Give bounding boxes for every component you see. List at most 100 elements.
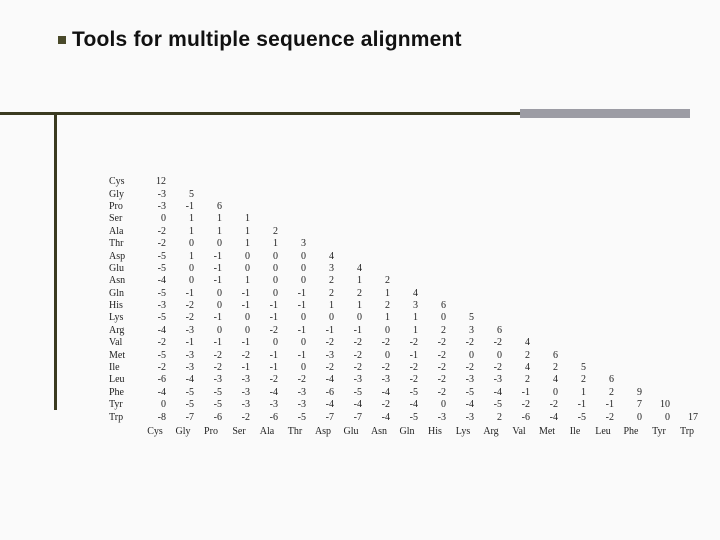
matrix-cell: [449, 288, 477, 300]
matrix-cell: [421, 201, 449, 213]
matrix-cell: [589, 263, 617, 275]
matrix-cell: [561, 275, 589, 287]
matrix-cell: [393, 188, 421, 200]
matrix-cell: -2: [477, 337, 505, 349]
matrix-cell: 17: [673, 411, 701, 423]
col-label: Arg: [477, 424, 505, 438]
row-label: Tyr: [106, 399, 141, 411]
matrix-cell: -2: [281, 374, 309, 386]
matrix-cell: -2: [505, 399, 533, 411]
matrix-cell: -2: [197, 362, 225, 374]
matrix-cell: [365, 213, 393, 225]
matrix-cell: [477, 288, 505, 300]
matrix-cell: [589, 349, 617, 361]
matrix-cell: [561, 201, 589, 213]
matrix-cell: [533, 288, 561, 300]
row-label: Glu: [106, 263, 141, 275]
matrix-cell: 1: [337, 275, 365, 287]
matrix-cell: -4: [533, 411, 561, 423]
matrix-cell: 6: [477, 325, 505, 337]
matrix-cell: 5: [561, 362, 589, 374]
matrix-cell: [253, 188, 281, 200]
matrix-cell: [561, 213, 589, 225]
matrix-cell: [645, 176, 673, 188]
matrix-cell: -5: [197, 387, 225, 399]
matrix-cell: [533, 188, 561, 200]
matrix-cell: 1: [365, 312, 393, 324]
matrix-cell: [337, 176, 365, 188]
matrix-cell: 2: [477, 411, 505, 423]
matrix-cell: [477, 188, 505, 200]
matrix-cell: 0: [253, 288, 281, 300]
matrix-cell: [365, 263, 393, 275]
matrix-cell: [309, 176, 337, 188]
table-row: Gly-35: [106, 188, 701, 200]
matrix-cell: [673, 399, 701, 411]
matrix-cell: -6: [505, 411, 533, 423]
matrix-cell: [169, 176, 197, 188]
matrix-cell: [617, 300, 645, 312]
slide: Tools for multiple sequence alignment Cy…: [0, 0, 720, 540]
matrix-cell: [589, 250, 617, 262]
matrix-cell: [645, 387, 673, 399]
matrix-cell: [281, 201, 309, 213]
table-row: Cys12: [106, 176, 701, 188]
matrix-cell: 1: [337, 300, 365, 312]
matrix-cell: 5: [169, 188, 197, 200]
matrix-cell: -2: [197, 349, 225, 361]
matrix-cell: 0: [253, 263, 281, 275]
matrix-cell: 6: [197, 201, 225, 213]
matrix-cell: [617, 176, 645, 188]
matrix-cell: -3: [225, 399, 253, 411]
col-label: Leu: [589, 424, 617, 438]
matrix-cell: 1: [393, 312, 421, 324]
matrix-cell: [505, 250, 533, 262]
row-label: His: [106, 300, 141, 312]
matrix-cell: [393, 238, 421, 250]
matrix-cell: 10: [645, 399, 673, 411]
matrix-cell: -6: [197, 411, 225, 423]
matrix-cell: -3: [141, 300, 169, 312]
matrix-cell: 0: [449, 349, 477, 361]
matrix-cell: [645, 337, 673, 349]
table-row: Tyr0-5-5-3-3-3-4-4-2-40-4-5-2-2-1-1710: [106, 399, 701, 411]
matrix-cell: -4: [477, 387, 505, 399]
matrix-cell: [421, 226, 449, 238]
matrix-cell: [589, 300, 617, 312]
matrix-cell: 2: [533, 362, 561, 374]
matrix-cell: -3: [449, 411, 477, 423]
matrix-cell: 6: [589, 374, 617, 386]
matrix-cell: [561, 288, 589, 300]
matrix-cell: 0: [197, 238, 225, 250]
matrix-cell: [589, 213, 617, 225]
matrix-cell: [533, 250, 561, 262]
matrix-cell: [645, 263, 673, 275]
matrix-cell: -7: [337, 411, 365, 423]
matrix-cell: [505, 238, 533, 250]
matrix-cell: [505, 176, 533, 188]
matrix-cell: 0: [477, 349, 505, 361]
matrix-cell: -2: [169, 312, 197, 324]
matrix-table: Cys12Gly-35Pro-3-16Ser0111Ala-21112Thr-2…: [106, 176, 701, 438]
matrix-cell: [393, 213, 421, 225]
matrix-cell: 0: [141, 213, 169, 225]
matrix-cell: -4: [449, 399, 477, 411]
matrix-cell: [337, 250, 365, 262]
matrix-cell: [449, 275, 477, 287]
row-label: Phe: [106, 387, 141, 399]
matrix-cell: -3: [169, 349, 197, 361]
matrix-cell: [673, 213, 701, 225]
matrix-cell: [589, 201, 617, 213]
matrix-cell: [589, 238, 617, 250]
matrix-cell: -2: [141, 226, 169, 238]
matrix-cell: 0: [281, 250, 309, 262]
matrix-cell: 4: [337, 263, 365, 275]
matrix-cell: [421, 176, 449, 188]
title-rule-shadow: [520, 109, 690, 118]
matrix-cell: -2: [253, 325, 281, 337]
matrix-cell: 1: [225, 213, 253, 225]
matrix-cell: 1: [393, 325, 421, 337]
matrix-cell: [673, 362, 701, 374]
matrix-cell: [505, 275, 533, 287]
matrix-cell: [477, 263, 505, 275]
